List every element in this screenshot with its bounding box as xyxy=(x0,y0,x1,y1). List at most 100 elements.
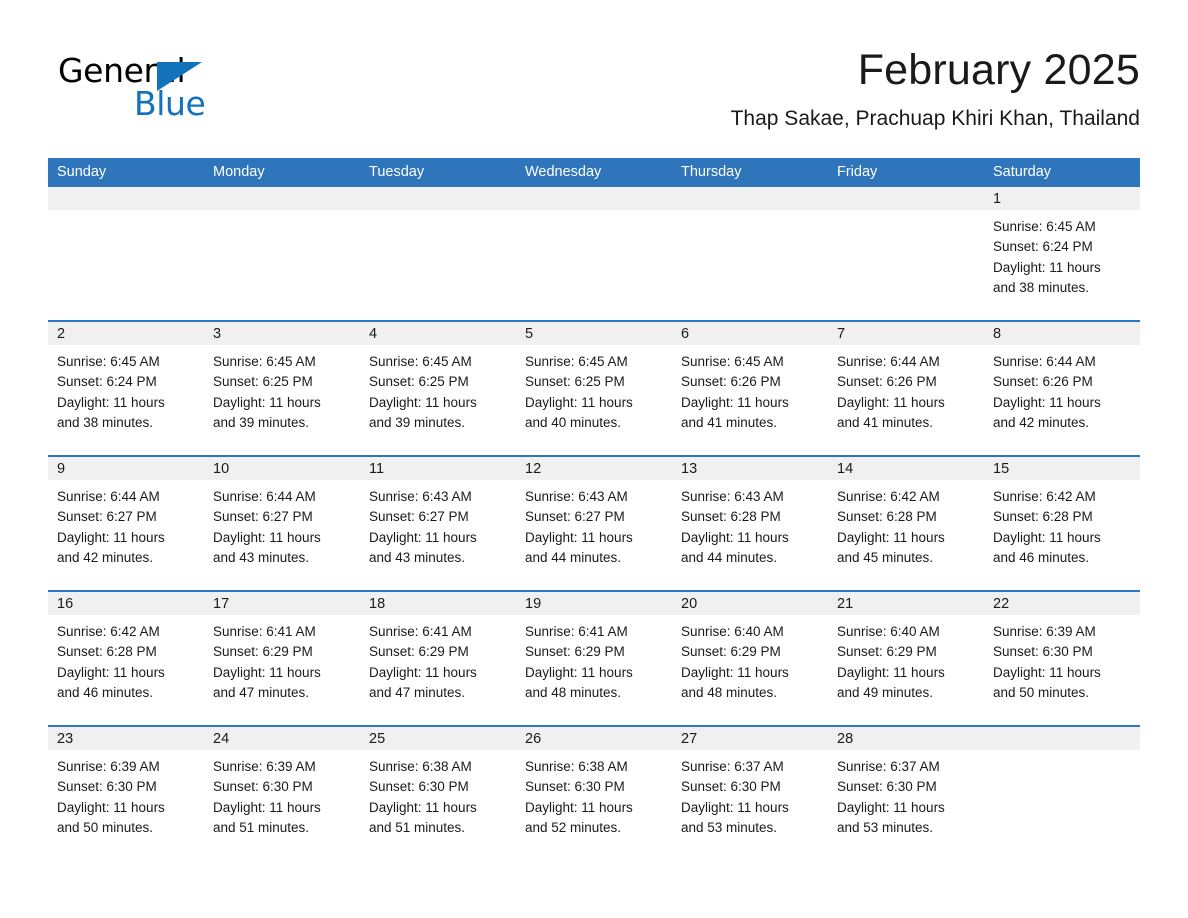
sun-info-line-daylight-2: and 48 minutes. xyxy=(681,685,778,701)
day-number: 14 xyxy=(828,457,984,480)
day-number: 7 xyxy=(828,322,984,345)
day-of-week-header: Sunday xyxy=(57,164,107,180)
sun-info-line-daylight-2: and 43 minutes. xyxy=(369,550,466,566)
calendar-day-cell[interactable]: 1 Sunrise: 6:45 AM Sunset: 6:24 PM Daylight… xyxy=(984,187,1140,320)
day-sun-info: Sunrise: 6:44 AM Sunset: 6:27 PM Daylight:… xyxy=(204,480,360,569)
day-sun-info: Sunrise: 6:38 AM Sunset: 6:30 PM Daylight:… xyxy=(360,750,516,839)
sun-info-line-daylight-2: and 42 minutes. xyxy=(993,415,1090,431)
sun-info-line-daylight-2: and 41 minutes. xyxy=(837,415,934,431)
sun-info-line-daylight-1: Daylight: 11 hours xyxy=(525,664,633,680)
sun-info-line-sunrise: Sunrise: 6:39 AM xyxy=(57,759,160,774)
day-number: 28 xyxy=(828,727,984,750)
calendar-day-cell[interactable]: 25 Sunrise: 6:38 AM Sunset: 6:30 PM Dayligh… xyxy=(360,727,516,860)
day-sun-info: Sunrise: 6:43 AM Sunset: 6:28 PM Daylight:… xyxy=(672,480,828,569)
calendar-week-row: 23 Sunrise: 6:39 AM Sunset: 6:30 PM Dayligh… xyxy=(48,725,1140,860)
sun-info-line-sunset: Sunset: 6:25 PM xyxy=(213,374,313,390)
day-number: 16 xyxy=(48,592,204,615)
sun-info-line-daylight-2: and 44 minutes. xyxy=(681,550,778,566)
calendar-day-cell-empty xyxy=(672,187,828,320)
calendar-day-cell[interactable]: 16 Sunrise: 6:42 AM Sunset: 6:28 PM Dayligh… xyxy=(48,592,204,725)
sun-info-line-daylight-1: Daylight: 11 hours xyxy=(213,799,321,815)
calendar-day-cell[interactable]: 27 Sunrise: 6:37 AM Sunset: 6:30 PM Dayligh… xyxy=(672,727,828,860)
calendar-day-cell[interactable]: 10 Sunrise: 6:44 AM Sunset: 6:27 PM Dayligh… xyxy=(204,457,360,590)
sun-info-line-daylight-1: Daylight: 11 hours xyxy=(213,529,321,545)
day-sun-info: Sunrise: 6:41 AM Sunset: 6:29 PM Daylight:… xyxy=(360,615,516,704)
day-sun-info: Sunrise: 6:43 AM Sunset: 6:27 PM Daylight:… xyxy=(516,480,672,569)
calendar-day-cell[interactable]: 7 Sunrise: 6:44 AM Sunset: 6:26 PM Daylight… xyxy=(828,322,984,455)
calendar-day-cell[interactable]: 11 Sunrise: 6:43 AM Sunset: 6:27 PM Dayligh… xyxy=(360,457,516,590)
sun-info-line-sunrise: Sunrise: 6:43 AM xyxy=(525,489,628,504)
day-sun-info: Sunrise: 6:39 AM Sunset: 6:30 PM Daylight:… xyxy=(984,615,1140,704)
sun-info-line-daylight-1: Daylight: 11 hours xyxy=(57,799,165,815)
sun-info-line-daylight-1: Daylight: 11 hours xyxy=(681,799,789,815)
day-sun-info: Sunrise: 6:43 AM Sunset: 6:27 PM Daylight:… xyxy=(360,480,516,569)
sun-info-line-sunrise: Sunrise: 6:41 AM xyxy=(369,624,472,639)
calendar-day-cell[interactable]: 22 Sunrise: 6:39 AM Sunset: 6:30 PM Dayligh… xyxy=(984,592,1140,725)
sun-info-line-daylight-2: and 47 minutes. xyxy=(213,685,310,701)
calendar-day-cell[interactable]: 6 Sunrise: 6:45 AM Sunset: 6:26 PM Daylight… xyxy=(672,322,828,455)
sun-info-line-daylight-2: and 53 minutes. xyxy=(681,820,778,836)
calendar-day-cell[interactable]: 5 Sunrise: 6:45 AM Sunset: 6:25 PM Daylight… xyxy=(516,322,672,455)
calendar-day-cell[interactable]: 8 Sunrise: 6:44 AM Sunset: 6:26 PM Daylight… xyxy=(984,322,1140,455)
sun-info-line-sunrise: Sunrise: 6:39 AM xyxy=(993,624,1096,639)
day-of-week-header: Saturday xyxy=(993,164,1052,180)
sun-info-line-daylight-1: Daylight: 11 hours xyxy=(57,394,165,410)
calendar-day-cell[interactable]: 19 Sunrise: 6:41 AM Sunset: 6:29 PM Dayligh… xyxy=(516,592,672,725)
sun-info-line-daylight-2: and 44 minutes. xyxy=(525,550,622,566)
day-sun-info: Sunrise: 6:39 AM Sunset: 6:30 PM Daylight:… xyxy=(204,750,360,839)
day-number: 13 xyxy=(672,457,828,480)
sun-info-line-daylight-2: and 39 minutes. xyxy=(213,415,310,431)
day-of-week-header: Friday xyxy=(837,164,878,180)
sun-info-line-sunrise: Sunrise: 6:45 AM xyxy=(57,354,160,369)
sun-info-line-daylight-2: and 50 minutes. xyxy=(57,820,154,836)
calendar-day-cell[interactable]: 12 Sunrise: 6:43 AM Sunset: 6:27 PM Dayligh… xyxy=(516,457,672,590)
calendar-day-cell[interactable]: 17 Sunrise: 6:41 AM Sunset: 6:29 PM Dayligh… xyxy=(204,592,360,725)
sun-info-line-daylight-1: Daylight: 11 hours xyxy=(525,799,633,815)
day-number xyxy=(48,187,204,210)
sun-info-line-sunset: Sunset: 6:29 PM xyxy=(369,644,469,660)
calendar-day-cell[interactable]: 4 Sunrise: 6:45 AM Sunset: 6:25 PM Daylight… xyxy=(360,322,516,455)
day-sun-info: Sunrise: 6:45 AM Sunset: 6:26 PM Daylight:… xyxy=(672,345,828,434)
calendar-day-cell[interactable]: 14 Sunrise: 6:42 AM Sunset: 6:28 PM Dayligh… xyxy=(828,457,984,590)
day-sun-info: Sunrise: 6:40 AM Sunset: 6:29 PM Daylight:… xyxy=(672,615,828,704)
calendar-grid: Sunday Monday Tuesday Wednesday Thursday Frid… xyxy=(48,158,1140,860)
logo-word-blue: Blue xyxy=(134,84,206,123)
calendar-day-cell[interactable]: 26 Sunrise: 6:38 AM Sunset: 6:30 PM Dayligh… xyxy=(516,727,672,860)
page-subtitle: Thap Sakae, Prachuap Khiri Khan, Thailan… xyxy=(730,107,1140,130)
sun-info-line-daylight-1: Daylight: 11 hours xyxy=(681,394,789,410)
sun-info-line-daylight-2: and 41 minutes. xyxy=(681,415,778,431)
sun-info-line-sunset: Sunset: 6:28 PM xyxy=(681,509,781,525)
sun-info-line-sunset: Sunset: 6:29 PM xyxy=(525,644,625,660)
sun-info-line-daylight-2: and 48 minutes. xyxy=(525,685,622,701)
calendar-day-cell[interactable]: 3 Sunrise: 6:45 AM Sunset: 6:25 PM Daylight… xyxy=(204,322,360,455)
calendar-day-cell[interactable]: 18 Sunrise: 6:41 AM Sunset: 6:29 PM Dayligh… xyxy=(360,592,516,725)
sun-info-line-daylight-1: Daylight: 11 hours xyxy=(993,529,1101,545)
calendar-day-cell[interactable]: 24 Sunrise: 6:39 AM Sunset: 6:30 PM Dayligh… xyxy=(204,727,360,860)
page-masthead: General Blue February 2025 Thap Sakae, P… xyxy=(48,44,1140,148)
calendar-day-cell[interactable]: 9 Sunrise: 6:44 AM Sunset: 6:27 PM Daylight… xyxy=(48,457,204,590)
day-number: 9 xyxy=(48,457,204,480)
sun-info-line-daylight-2: and 50 minutes. xyxy=(993,685,1090,701)
calendar-day-cell[interactable]: 28 Sunrise: 6:37 AM Sunset: 6:30 PM Dayligh… xyxy=(828,727,984,860)
day-sun-info: Sunrise: 6:38 AM Sunset: 6:30 PM Daylight:… xyxy=(516,750,672,839)
calendar-page: General Blue February 2025 Thap Sakae, P… xyxy=(0,0,1188,918)
generalblue-logo[interactable]: General Blue xyxy=(58,52,258,124)
sun-info-line-sunset: Sunset: 6:28 PM xyxy=(993,509,1093,525)
calendar-day-cell[interactable]: 23 Sunrise: 6:39 AM Sunset: 6:30 PM Dayligh… xyxy=(48,727,204,860)
sun-info-line-sunset: Sunset: 6:30 PM xyxy=(525,779,625,795)
calendar-day-cell[interactable]: 13 Sunrise: 6:43 AM Sunset: 6:28 PM Dayligh… xyxy=(672,457,828,590)
day-number xyxy=(204,187,360,210)
calendar-day-cell[interactable]: 20 Sunrise: 6:40 AM Sunset: 6:29 PM Dayligh… xyxy=(672,592,828,725)
day-sun-info: Sunrise: 6:39 AM Sunset: 6:30 PM Daylight:… xyxy=(48,750,204,839)
sun-info-line-daylight-2: and 52 minutes. xyxy=(525,820,622,836)
sun-info-line-sunset: Sunset: 6:24 PM xyxy=(993,239,1093,255)
calendar-day-cell[interactable]: 21 Sunrise: 6:40 AM Sunset: 6:29 PM Dayligh… xyxy=(828,592,984,725)
sun-info-line-sunset: Sunset: 6:29 PM xyxy=(213,644,313,660)
sun-info-line-daylight-2: and 38 minutes. xyxy=(57,415,154,431)
sun-info-line-daylight-2: and 53 minutes. xyxy=(837,820,934,836)
calendar-day-cell[interactable]: 15 Sunrise: 6:42 AM Sunset: 6:28 PM Dayligh… xyxy=(984,457,1140,590)
sun-info-line-daylight-1: Daylight: 11 hours xyxy=(213,664,321,680)
calendar-day-cell[interactable]: 2 Sunrise: 6:45 AM Sunset: 6:24 PM Daylight… xyxy=(48,322,204,455)
sun-info-line-sunrise: Sunrise: 6:42 AM xyxy=(57,624,160,639)
day-number: 15 xyxy=(984,457,1140,480)
